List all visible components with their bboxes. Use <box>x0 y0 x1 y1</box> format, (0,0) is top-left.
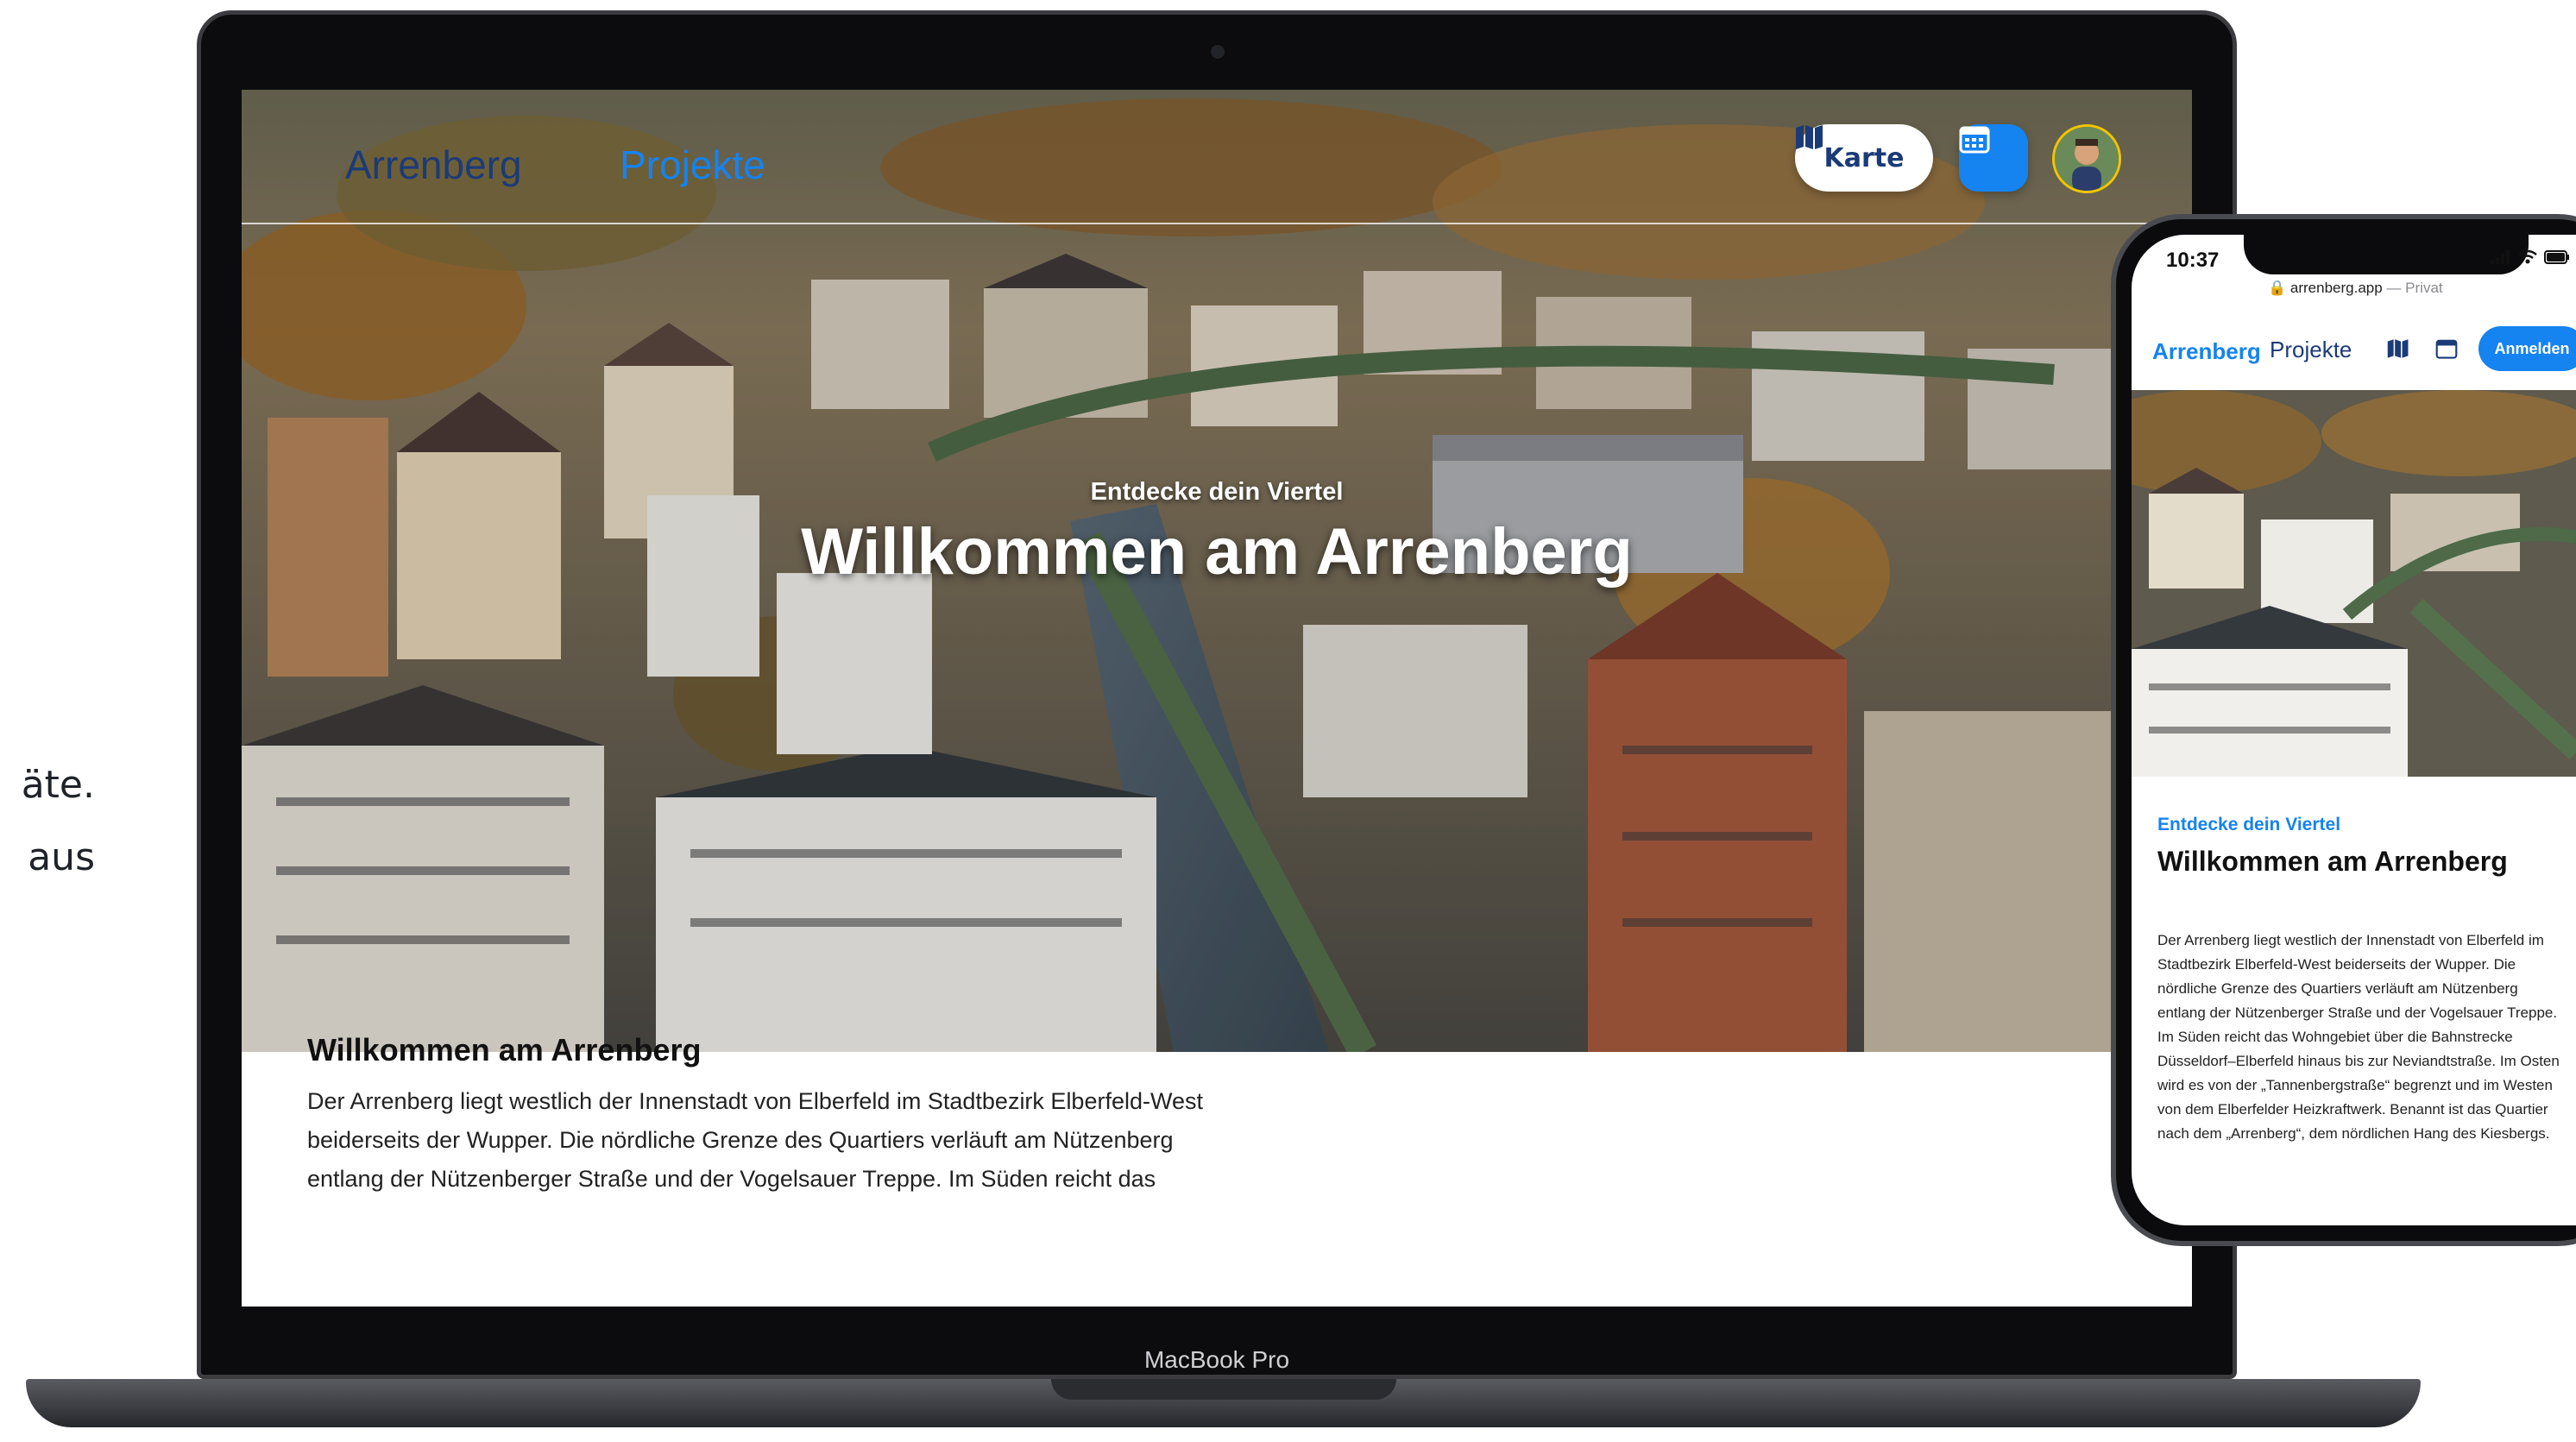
phone-login-button[interactable]: Anmelden <box>2478 326 2576 371</box>
phone-calendar-button[interactable] <box>2435 338 2458 362</box>
private-mode-label: — Privat <box>2386 280 2443 296</box>
phone-nav-brand-link[interactable]: Arrenberg <box>2152 338 2261 365</box>
hero-image: Arrenberg Projekte Karte Entdecke dein V… <box>242 90 2192 1052</box>
hero-title: Willkommen am Arrenberg <box>801 515 1633 589</box>
user-avatar[interactable] <box>2052 124 2121 193</box>
phone-status-icons <box>2491 250 2570 264</box>
phone-title: Willkommen am Arrenberg <box>2157 846 2508 877</box>
avatar-photo <box>2055 127 2119 191</box>
phone-notch <box>2244 233 2529 274</box>
calendar-icon <box>1959 126 1990 154</box>
map-button-label: Karte <box>1823 142 1905 173</box>
content-heading: Willkommen am Arrenberg <box>307 1032 702 1067</box>
side-copy-line-2: aus <box>28 835 95 879</box>
hero-kicker: Entdecke dein Viertel <box>1090 478 1344 506</box>
side-marketing-copy: äte. aus <box>0 749 95 894</box>
phone-body-text: Der Arrenberg liegt westlich der Innenst… <box>2157 932 2560 1142</box>
laptop-hinge-notch <box>1051 1379 1396 1400</box>
battery-icon <box>2544 250 2569 264</box>
url-text: arrenberg.app <box>2289 280 2383 296</box>
map-icon <box>1796 125 1823 149</box>
nav-projects-link[interactable]: Projekte <box>620 142 765 188</box>
map-icon <box>2387 339 2409 358</box>
phone-hero-image <box>2132 390 2576 777</box>
laptop-screen: Arrenberg Projekte Karte Entdecke dein V… <box>242 90 2192 1307</box>
calendar-button[interactable] <box>1959 124 2028 192</box>
side-copy-line-1: äte. <box>21 763 95 807</box>
map-button[interactable]: Karte <box>1795 124 1933 192</box>
content-paragraph: Der Arrenberg liegt westlich der Innenst… <box>307 1088 1203 1192</box>
lock-icon: 🔒 <box>2268 280 2287 296</box>
browser-address-bar[interactable]: 🔒 arrenberg.app — Privat <box>2268 280 2443 297</box>
signal-icon <box>2491 250 2510 264</box>
nav-brand-link[interactable]: Arrenberg <box>345 142 522 188</box>
phone-aerial-city-photo <box>2132 390 2576 777</box>
nav-divider <box>242 223 2192 224</box>
phone-kicker: Entdecke dein Viertel <box>2157 815 2341 834</box>
phone-map-button[interactable] <box>2387 338 2409 362</box>
wifi-icon <box>2518 250 2537 264</box>
phone-nav-projects-link[interactable]: Projekte <box>2270 337 2352 363</box>
calendar-icon <box>2435 339 2458 359</box>
laptop-camera <box>1211 45 1225 59</box>
laptop-model-label: MacBook Pro <box>1143 1346 1290 1373</box>
phone-status-time: 10:37 <box>2166 249 2220 272</box>
